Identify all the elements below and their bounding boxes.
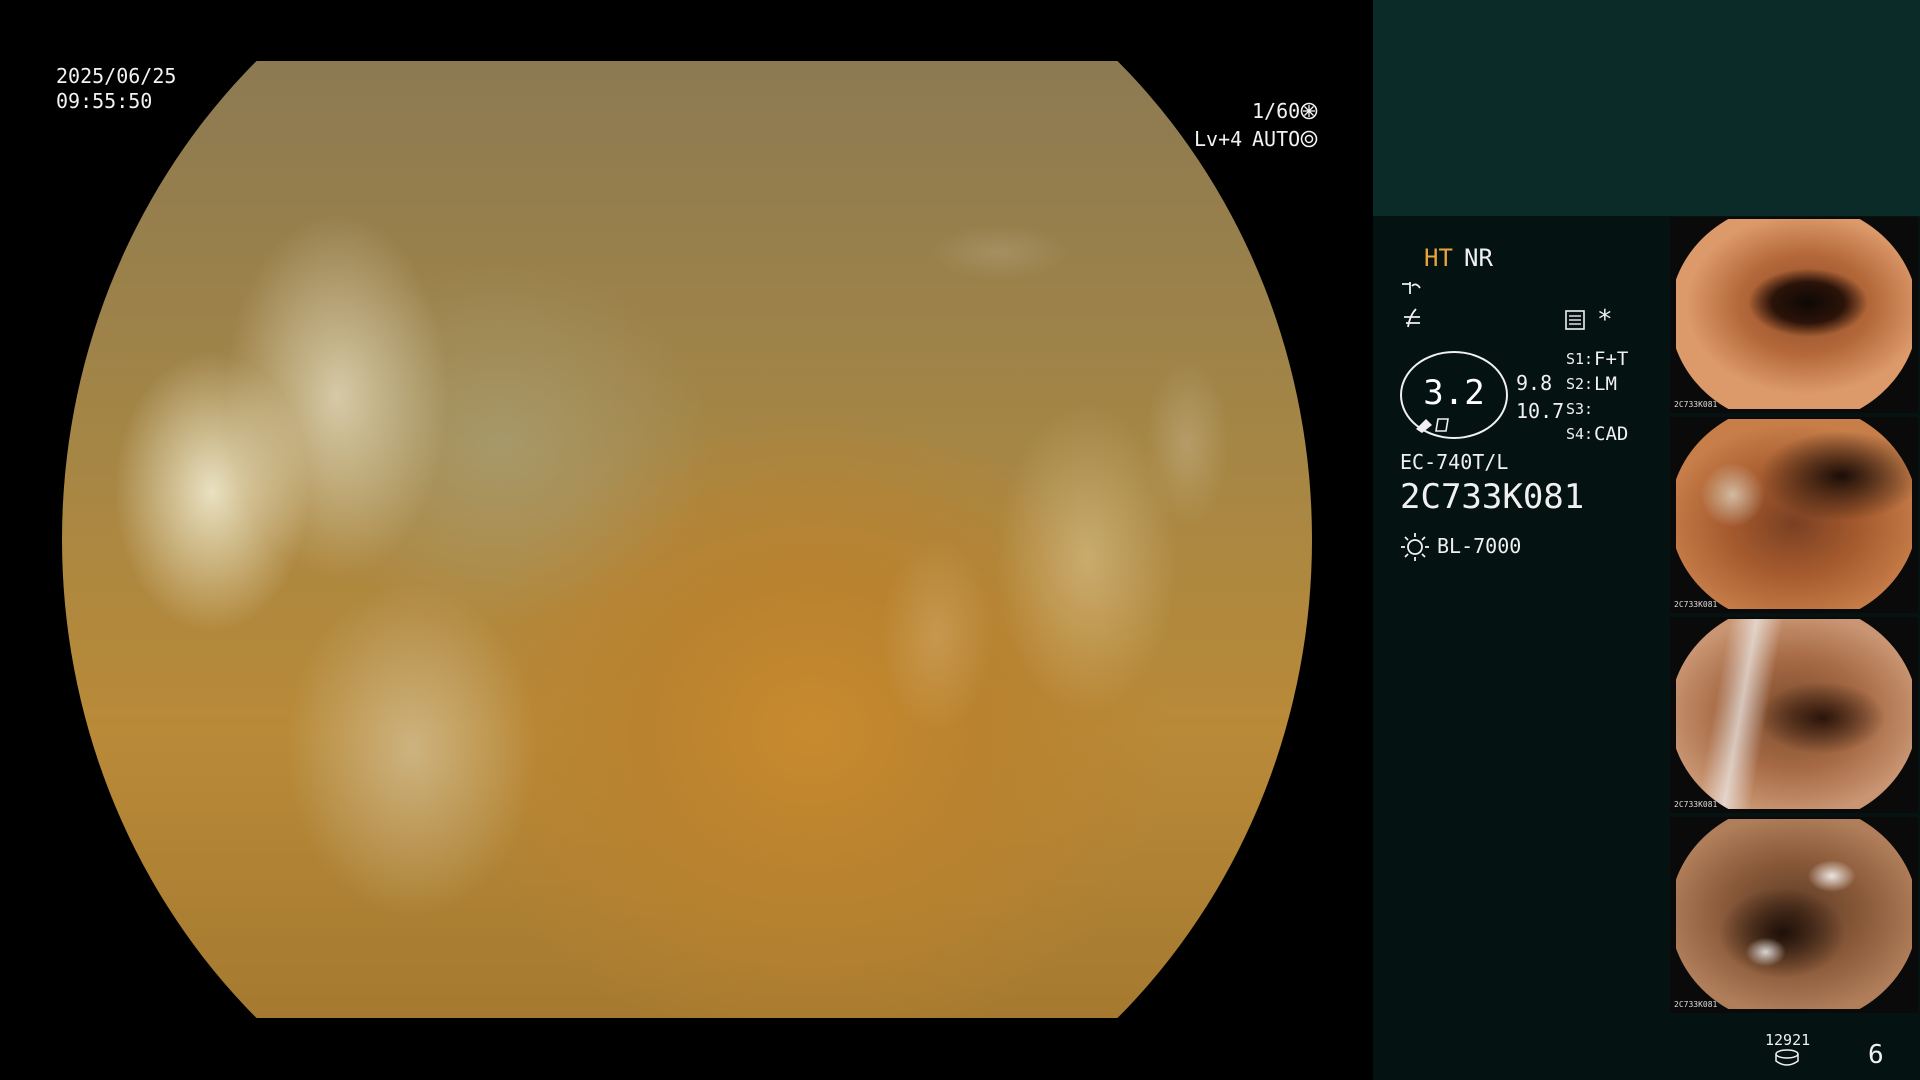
storage-icon <box>1775 1049 1799 1066</box>
capture-thumbnail-1[interactable]: 2C733K081 <box>1670 217 1918 413</box>
switch-key-s4: S4: <box>1566 425 1594 443</box>
ht-indicator: HT <box>1424 244 1453 272</box>
zoom-value: 3.2 <box>1423 373 1485 413</box>
info-panel: HT NR * 3.2 9.8 10.7 S1: F+T S2: LM S3: … <box>1373 0 1920 1080</box>
exam-time: 09:55:50 <box>56 89 153 113</box>
switch-value-s1: F+T <box>1594 348 1629 370</box>
page-number: 6 <box>1868 1040 1884 1070</box>
thumbnail-id-4: 2C733K081 <box>1674 1000 1718 1009</box>
scope-model: EC-740T/L <box>1400 450 1509 474</box>
shutter-speed: 1/60 <box>1252 99 1301 123</box>
auto-iris-icon <box>1300 130 1318 148</box>
capture-thumbnail-2[interactable]: 2C733K081 <box>1670 417 1918 613</box>
thumbnail-image-2 <box>1676 419 1912 609</box>
thumbnail-id-1: 2C733K081 <box>1674 400 1718 409</box>
light-source-model: BL-7000 <box>1437 534 1522 558</box>
capture-thumbnail-4[interactable]: 2C733K081 <box>1670 817 1918 1013</box>
brightness-level: Lv+4 <box>1194 127 1243 151</box>
thumbnail-id-2: 2C733K081 <box>1674 600 1718 609</box>
switch-key-s3: S3: <box>1566 400 1594 418</box>
zoom-indicator: 3.2 <box>1400 351 1508 439</box>
endoscope-main-view: 2025/06/25 09:55:50 1/60 Lv+4 AUTO <box>0 0 1372 1080</box>
value-upper: 9.8 <box>1516 371 1553 395</box>
enhancement-icon <box>1402 282 1421 294</box>
light-source-icon <box>1401 533 1429 561</box>
color-mode-icon <box>1404 308 1420 328</box>
scope-tip-icon <box>1416 418 1449 433</box>
nr-indicator: NR <box>1464 244 1493 272</box>
panel-header-area <box>1373 0 1920 216</box>
switch-value-s2: LM <box>1594 373 1617 395</box>
value-lower: 10.7 <box>1516 399 1565 423</box>
settings-list-icon <box>1565 310 1585 330</box>
capture-thumbnail-3[interactable]: 2C733K081 <box>1670 617 1918 813</box>
switch-key-s1: S1: <box>1566 350 1594 368</box>
scope-serial: 2C733K081 <box>1400 477 1585 517</box>
exam-date: 2025/06/25 <box>56 64 177 88</box>
exposure-mode: AUTO <box>1252 127 1301 151</box>
shutter-icon <box>1300 102 1318 120</box>
thumbnail-image-3 <box>1676 619 1912 809</box>
thumbnail-id-3: 2C733K081 <box>1674 800 1718 809</box>
thumbnail-image-4 <box>1676 819 1912 1009</box>
asterisk-indicator: * <box>1597 305 1613 335</box>
thumbnail-image-1 <box>1676 219 1912 409</box>
switch-key-s2: S2: <box>1566 375 1594 393</box>
endoscope-live-image <box>62 61 1312 1018</box>
capture-count: 12921 <box>1765 1031 1811 1049</box>
switch-value-s4: CAD <box>1594 423 1629 445</box>
